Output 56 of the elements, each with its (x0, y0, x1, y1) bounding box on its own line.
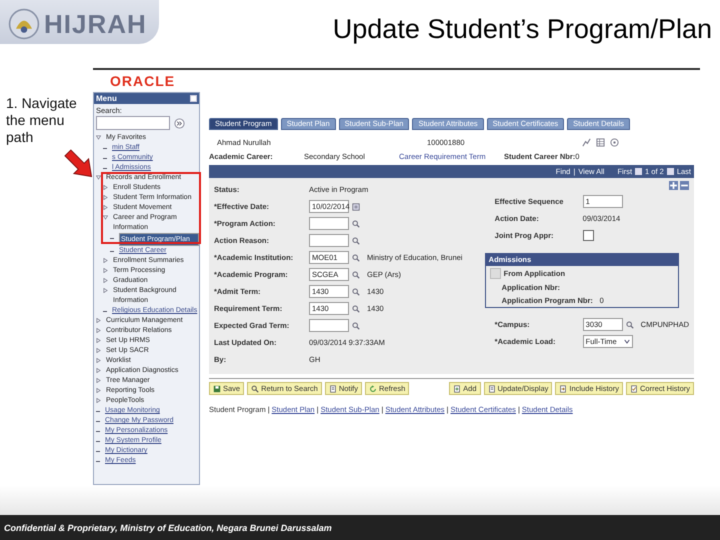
expander-icon[interactable] (103, 215, 108, 220)
expander-icon[interactable] (96, 328, 101, 333)
expander-icon[interactable] (96, 135, 101, 140)
expander-icon[interactable] (96, 348, 101, 353)
calendar-icon[interactable] (352, 202, 360, 210)
brand-logo: ORACLE (110, 73, 176, 89)
page-plus-icon (453, 384, 462, 392)
expander-icon[interactable] (96, 388, 101, 393)
search-icon[interactable] (352, 254, 360, 262)
expander-icon[interactable] (103, 258, 108, 263)
expander-icon[interactable] (96, 378, 101, 383)
page-icon (328, 384, 337, 392)
expander-icon[interactable] (103, 205, 108, 210)
search-icon[interactable] (352, 288, 360, 296)
instruction-text: 1. Navigate the menu path (6, 95, 78, 146)
expander-icon[interactable] (103, 288, 108, 293)
next-icon[interactable] (666, 168, 674, 175)
search-field[interactable] (96, 116, 170, 130)
footer-text: Confidential & Proprietary, Ministry of Education, Negara Brunei Darussalam (4, 522, 332, 532)
input-field[interactable] (309, 234, 349, 247)
refresh-icon (368, 384, 377, 392)
expander-icon[interactable] (96, 338, 101, 343)
page-icon (488, 384, 496, 392)
search-icon[interactable] (626, 320, 634, 328)
previous-icon[interactable] (635, 168, 642, 175)
expander-icon[interactable] (96, 398, 101, 403)
expander-icon[interactable] (103, 195, 108, 200)
go-icon[interactable] (174, 118, 185, 128)
expander-icon[interactable] (103, 278, 108, 283)
search-icon[interactable] (352, 304, 360, 312)
menu-header: Menu (94, 93, 199, 104)
magnifier-icon (251, 384, 260, 392)
checkbox[interactable] (582, 230, 594, 241)
expander-icon[interactable] (96, 318, 101, 323)
search-icon[interactable] (352, 270, 360, 278)
add-row-icon[interactable] (669, 181, 678, 190)
slide-title: Update Student’s Program/Plan (332, 14, 712, 45)
expander-icon[interactable] (96, 368, 101, 373)
search-icon[interactable] (352, 236, 360, 244)
search-icon[interactable] (352, 220, 360, 228)
search-icon[interactable] (352, 322, 360, 330)
input-field[interactable] (309, 319, 349, 332)
expander-icon[interactable] (96, 175, 101, 180)
expander-icon[interactable] (103, 268, 108, 273)
delete-row-icon[interactable] (680, 181, 689, 190)
expander-icon[interactable] (96, 358, 101, 363)
help-icon[interactable] (610, 138, 619, 147)
page-check-icon (630, 384, 638, 392)
page-arrow-icon (559, 384, 568, 392)
input-field[interactable] (309, 217, 349, 230)
grid-icon[interactable] (596, 138, 605, 147)
emblem-icon (8, 8, 40, 40)
caret-icon[interactable] (624, 339, 630, 344)
expander-icon[interactable] (103, 185, 108, 190)
chart-icon[interactable] (582, 138, 591, 147)
logo-text: HIJRAH (44, 8, 147, 40)
